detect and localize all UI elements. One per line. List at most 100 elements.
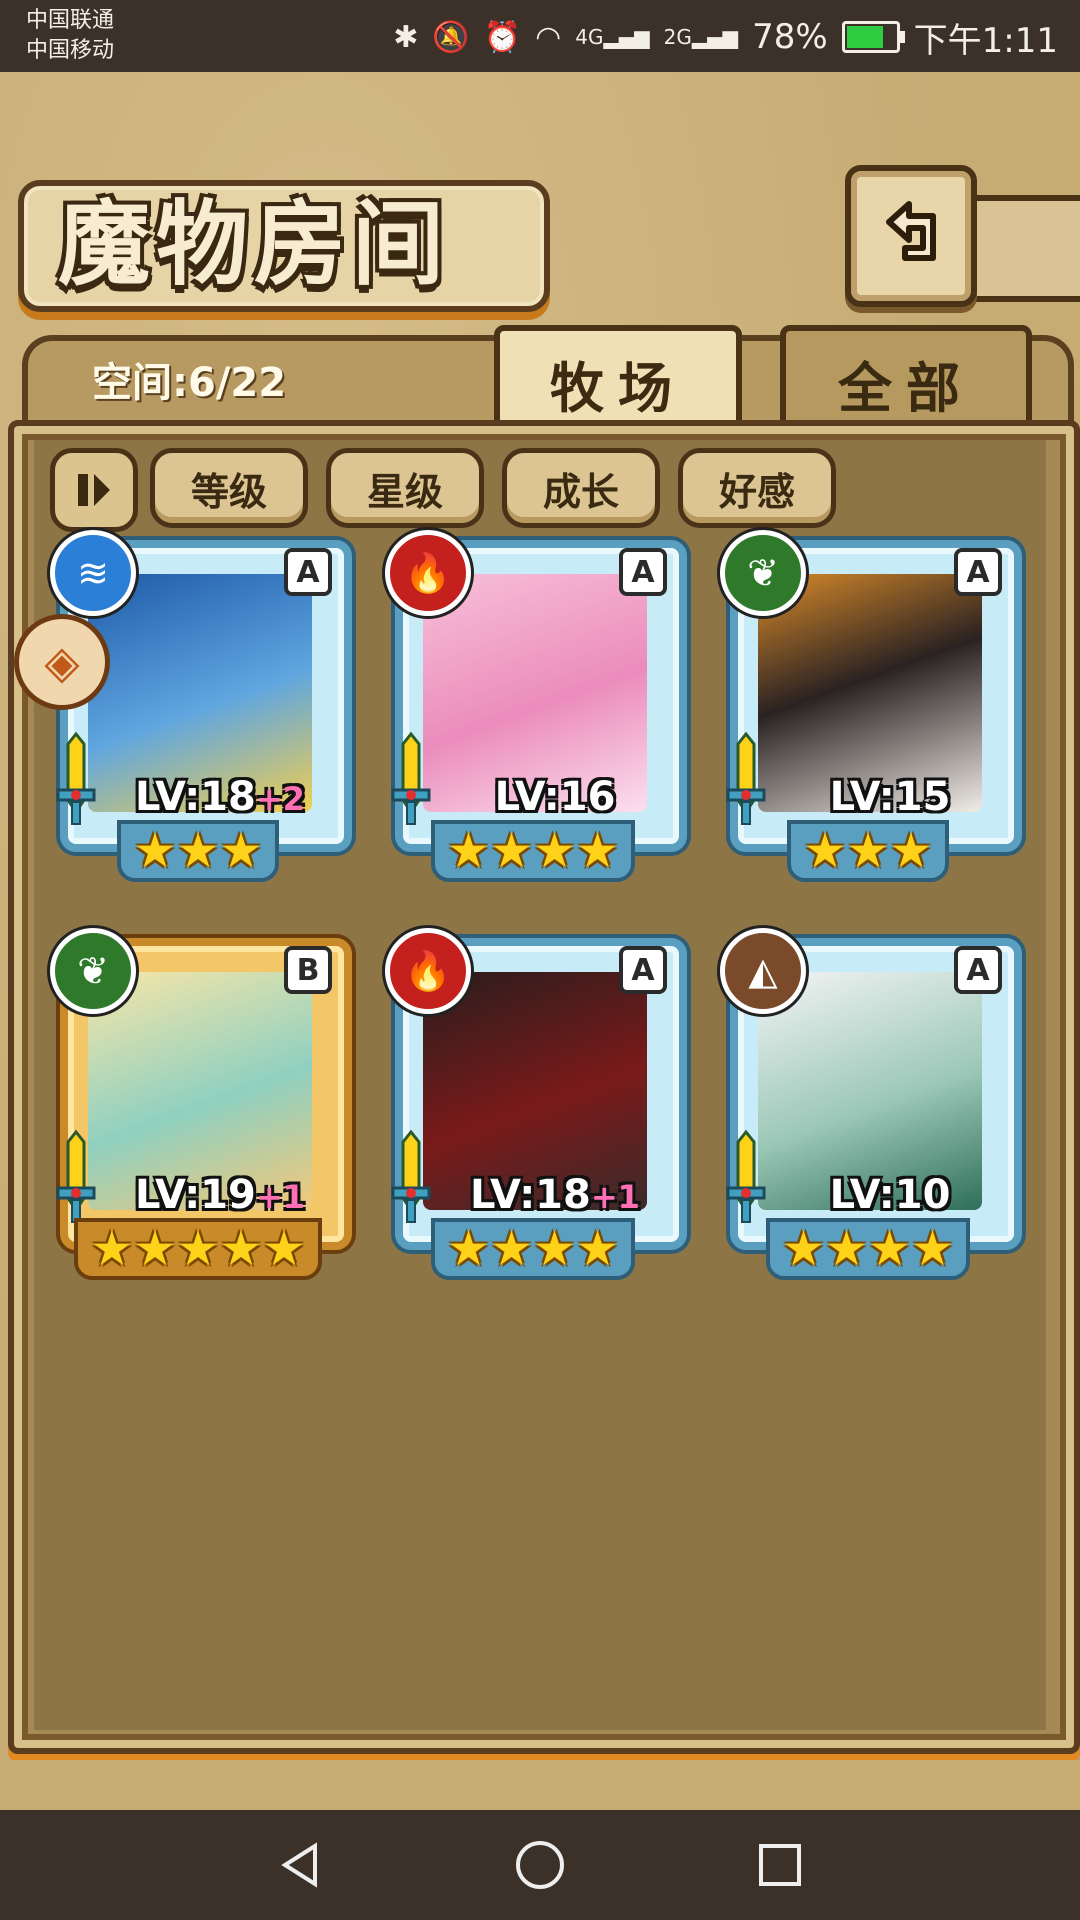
level-text: LV:15 <box>829 774 951 820</box>
star-rating: ★ ★ ★ ★ <box>730 1218 1006 1280</box>
monster-level: LV:16 <box>445 774 665 820</box>
monster-card[interactable]: A ≋ LV:18+2 ★ ★ ★ <box>50 530 352 882</box>
sort-level-button[interactable]: 等级 <box>150 448 308 528</box>
star-rating: ★ ★ ★ <box>730 820 1006 882</box>
level-bonus: +1 <box>590 1178 640 1216</box>
star-icon: ★ <box>911 1221 955 1277</box>
star-rating: ★ ★ ★ ★ <box>395 1218 671 1280</box>
sword-icon <box>54 1128 98 1228</box>
star-icon: ★ <box>262 1221 306 1277</box>
rank-badge: A <box>619 548 667 596</box>
monster-card[interactable]: A ❦ LV:15 ★ ★ ★ <box>720 530 1022 882</box>
monster-card[interactable]: A 🔥 LV:16 ★ ★ ★ ★ <box>385 530 687 882</box>
signal-2-icon: 2G▂▄▆ <box>663 25 739 49</box>
star-icon: ★ <box>781 1221 825 1277</box>
star-icon: ★ <box>133 823 177 879</box>
sword-icon <box>54 730 98 830</box>
back-arrow-icon <box>886 201 936 261</box>
rank-badge: A <box>284 548 332 596</box>
star-icon: ★ <box>533 823 577 879</box>
nav-home-icon <box>516 1841 564 1889</box>
star-icon: ★ <box>176 1221 220 1277</box>
monster-card[interactable]: B ❦ LV:19+1 ★ ★ ★ ★ ★ <box>50 928 352 1280</box>
fire-element-icon: 🔥 <box>385 530 471 616</box>
star-rating: ★ ★ ★ ★ <box>395 820 671 882</box>
level-text: LV:18 <box>470 1172 591 1218</box>
star-icon: ★ <box>489 823 533 879</box>
nav-back-icon <box>281 1842 317 1888</box>
bluetooth-icon: ✱ <box>393 19 419 55</box>
monster-card[interactable]: A ◭ LV:10 ★ ★ ★ ★ <box>720 928 1022 1280</box>
signal-1-icon: 4G▂▄▆ <box>575 25 650 49</box>
level-text: LV:10 <box>829 1172 951 1218</box>
wood-element-icon: ❦ <box>720 530 806 616</box>
level-bonus: +1 <box>255 1178 305 1216</box>
nav-back-button[interactable] <box>265 1830 335 1900</box>
earth-element-icon: ◭ <box>720 928 806 1014</box>
star-rating: ★ ★ ★ ★ ★ <box>60 1218 336 1280</box>
star-icon: ★ <box>868 1221 912 1277</box>
rank-badge: A <box>954 548 1002 596</box>
sword-icon <box>724 1128 768 1228</box>
star-icon: ★ <box>446 1221 490 1277</box>
monster-level: LV:10 <box>780 1172 1000 1218</box>
star-icon: ★ <box>219 823 263 879</box>
monster-level: LV:18+1 <box>445 1172 665 1218</box>
status-icons: ✱ 🔕 ⏰ ◠ 4G▂▄▆ 2G▂▄▆ 78% 下午1:11 <box>393 12 1058 62</box>
status-bar: 中国联通 中国移动 ✱ 🔕 ⏰ ◠ 4G▂▄▆ 2G▂▄▆ 78% 下午1:11 <box>0 0 1080 72</box>
nav-recents-button[interactable] <box>745 1830 815 1900</box>
sort-order-toggle[interactable] <box>50 448 138 532</box>
level-text: LV:16 <box>494 774 616 820</box>
back-button[interactable] <box>845 165 977 307</box>
sort-star-button[interactable]: 星级 <box>326 448 484 528</box>
favorite-marker-icon: ◈ <box>14 614 110 710</box>
rank-badge: B <box>284 946 332 994</box>
mute-icon: 🔕 <box>432 19 470 55</box>
carrier-2: 中国移动 <box>26 38 115 63</box>
star-icon: ★ <box>846 823 890 879</box>
fire-element-icon: 🔥 <box>385 928 471 1014</box>
carrier-info: 中国联通 中国移动 <box>26 6 114 66</box>
battery-icon <box>841 21 905 53</box>
alarm-icon: ⏰ <box>483 19 522 55</box>
battery-percent: 78% <box>752 17 828 57</box>
sort-growth-button[interactable]: 成长 <box>502 448 660 528</box>
star-icon: ★ <box>219 1221 263 1277</box>
monster-level: LV:15 <box>780 774 1000 820</box>
rank-badge: A <box>954 946 1002 994</box>
clock: 下午1:11 <box>913 20 1058 61</box>
star-icon: ★ <box>446 823 490 879</box>
star-rating: ★ ★ ★ <box>60 820 336 882</box>
star-icon: ★ <box>489 1221 533 1277</box>
nav-recents-icon <box>759 1844 801 1886</box>
star-icon: ★ <box>176 823 220 879</box>
level-bonus: +2 <box>255 780 305 818</box>
sword-icon <box>724 730 768 830</box>
star-icon: ★ <box>824 1221 868 1277</box>
wood-element-icon: ❦ <box>50 928 136 1014</box>
nav-home-button[interactable] <box>505 1830 575 1900</box>
sort-affection-button[interactable]: 好感 <box>678 448 836 528</box>
star-icon: ★ <box>576 823 620 879</box>
bottom-parchment <box>0 1760 1080 1810</box>
star-icon: ★ <box>133 1221 177 1277</box>
sword-icon <box>389 1128 433 1228</box>
water-element-icon: ≋ <box>50 530 136 616</box>
monster-level: LV:18+2 <box>110 774 330 820</box>
star-icon: ★ <box>803 823 847 879</box>
star-icon: ★ <box>533 1221 577 1277</box>
page-title: 魔物房间 <box>58 190 451 298</box>
back-button-rail <box>965 195 1080 302</box>
level-text: LV:19 <box>135 1172 256 1218</box>
rank-badge: A <box>619 946 667 994</box>
wifi-icon: ◠ <box>535 19 562 55</box>
star-icon: ★ <box>90 1221 134 1277</box>
monster-level: LV:19+1 <box>110 1172 330 1218</box>
carrier-1: 中国联通 <box>26 8 115 33</box>
sword-icon <box>389 730 433 830</box>
level-text: LV:18 <box>135 774 256 820</box>
monster-card[interactable]: A 🔥 LV:18+1 ★ ★ ★ ★ <box>385 928 687 1280</box>
pause-sort-icon <box>78 474 110 506</box>
storage-capacity: 空间:6/22 <box>92 360 287 406</box>
star-icon: ★ <box>576 1221 620 1277</box>
